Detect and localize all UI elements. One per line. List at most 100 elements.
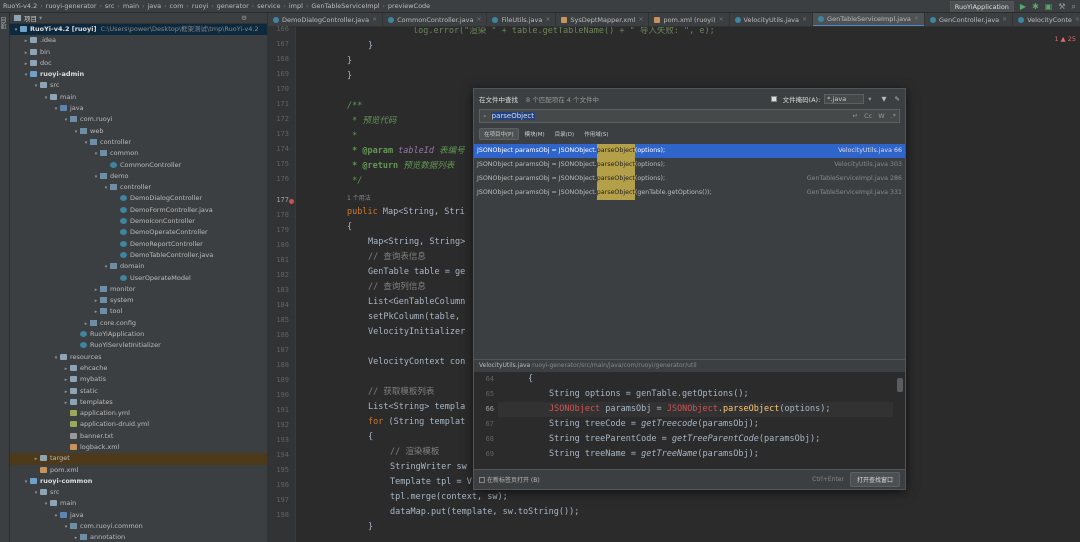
tree-item[interactable]: ▾ main	[10, 498, 267, 509]
tree-item[interactable]: DemoReportController	[10, 239, 267, 250]
breadcrumb-item[interactable]: GenTableServiceImpl	[308, 2, 382, 10]
editor-tab[interactable]: pom.xml (ruoyi) ×	[649, 13, 730, 26]
close-icon[interactable]: ×	[914, 13, 919, 26]
tree-item[interactable]: ▸ annotation	[10, 532, 267, 542]
close-icon[interactable]: ×	[372, 13, 377, 26]
breadcrumb-item[interactable]: generator	[214, 2, 252, 10]
close-icon[interactable]: ×	[545, 13, 550, 26]
debug-icon[interactable]: ✱	[1032, 2, 1039, 12]
tree-item[interactable]: ▸ bin	[10, 47, 267, 58]
breadcrumb-item[interactable]: com	[167, 2, 187, 10]
pin-icon[interactable]: ✎	[895, 95, 900, 103]
tree-item[interactable]: ▸ monitor	[10, 284, 267, 295]
file-mask-input[interactable]: *.java	[824, 94, 865, 104]
close-icon[interactable]: ×	[476, 13, 481, 26]
editor-tab[interactable]: VelocityConte ×	[1013, 13, 1080, 26]
tree-item[interactable]: ▾ controller	[10, 182, 267, 193]
tree-item[interactable]: pom.xml	[10, 465, 267, 476]
coverage-icon[interactable]: ▣	[1045, 2, 1053, 12]
tree-item[interactable]: ▾ src	[10, 80, 267, 91]
tree-item[interactable]: banner.txt	[10, 431, 267, 442]
editor-tab[interactable]: SysDeptMapper.xml ×	[556, 13, 650, 26]
tree-item[interactable]: logback.xml	[10, 442, 267, 453]
tree-item[interactable]: application.yml	[10, 408, 267, 419]
tree-item[interactable]: ▸ .idea	[10, 35, 267, 46]
tree-item[interactable]: DemoFormController.java	[10, 205, 267, 216]
tree-item[interactable]: UserOperateModel	[10, 273, 267, 284]
breadcrumb-item[interactable]: java	[144, 2, 164, 10]
run-config-select[interactable]: RuoYiApplication	[949, 1, 1014, 12]
tree-item[interactable]: DemoOperateController	[10, 227, 267, 238]
scope-tab[interactable]: 在项目中(P)	[479, 128, 519, 140]
editor-tab[interactable]: CommonController.java ×	[383, 13, 488, 26]
tree-item[interactable]: DemoDialogController	[10, 193, 267, 204]
tree-item[interactable]: ▾ ruoyi-admin	[10, 69, 267, 80]
run-icon[interactable]: ▶	[1020, 2, 1026, 12]
breadcrumb-item[interactable]: ruoyi-generator	[43, 2, 100, 10]
tree-item[interactable]: ▾ RuoYi-v4.2 [ruoyi] C:\Users\power\Deskto…	[10, 24, 267, 36]
search-result-row[interactable]: JSONObject paramsObj = JSONObject. parseO…	[474, 186, 905, 200]
preview-scrollbar[interactable]	[897, 378, 903, 392]
scope-tab[interactable]: 作用域(S)	[580, 129, 612, 139]
tree-item[interactable]: ▾ main	[10, 92, 267, 103]
tree-item[interactable]: ▾ domain	[10, 261, 267, 272]
tree-item[interactable]: ▾ com.ruoyi.common	[10, 521, 267, 532]
close-icon[interactable]: ×	[1075, 13, 1080, 26]
search-result-row[interactable]: JSONObject paramsObj = JSONObject. parseO…	[474, 158, 905, 172]
tree-item[interactable]: ▾ java	[10, 510, 267, 521]
search-result-row[interactable]: JSONObject paramsObj = JSONObject. parseO…	[474, 172, 905, 186]
tree-item[interactable]: CommonController	[10, 160, 267, 171]
tree-item[interactable]: ▸ target	[10, 453, 267, 465]
regex-icon[interactable]: .*	[891, 112, 896, 120]
project-header-label[interactable]: 项目	[24, 13, 37, 23]
chevron-down-icon[interactable]: ▾	[868, 95, 871, 103]
tree-item[interactable]: ▾ web	[10, 126, 267, 137]
chevron-right-icon[interactable]: ▸	[72, 533, 80, 542]
tree-item[interactable]: ▾ common	[10, 148, 267, 159]
breadcrumb-item[interactable]: ruoyi	[189, 2, 211, 10]
tree-item[interactable]: DemoIconController	[10, 216, 267, 227]
open-find-window-button[interactable]: 打开查找窗口	[849, 472, 900, 487]
close-icon[interactable]: ×	[1002, 13, 1007, 26]
editor-tab[interactable]: GenTableServiceImpl.java ×	[813, 13, 925, 26]
breadcrumb-item[interactable]: service	[254, 2, 283, 10]
tree-item[interactable]: ▸ ehcache	[10, 363, 267, 374]
new-line-icon[interactable]: ↵	[853, 112, 858, 120]
search-input[interactable]: parseObject	[490, 112, 536, 120]
scope-tab[interactable]: 目录(D)	[551, 129, 579, 139]
tree-item[interactable]: ▾ com.ruoyi	[10, 114, 267, 125]
close-icon[interactable]: ×	[718, 13, 723, 26]
close-icon[interactable]: ×	[802, 13, 807, 26]
search-everywhere-icon[interactable]: ⌕	[1072, 2, 1076, 12]
tree-item[interactable]: DemoTableController.java	[10, 250, 267, 261]
tree-item[interactable]: ▸ tool	[10, 306, 267, 317]
tree-item[interactable]: ▾ src	[10, 487, 267, 498]
override-marker-icon[interactable]	[289, 199, 294, 204]
breadcrumb-item[interactable]: main	[120, 2, 142, 10]
tree-item[interactable]: RuoYiServletInitializer	[10, 340, 267, 351]
build-icon[interactable]: ⚒	[1058, 2, 1065, 12]
editor-tab[interactable]: FileUtils.java ×	[487, 13, 557, 26]
tree-item[interactable]: ▾ resources	[10, 352, 267, 363]
tree-item[interactable]: ▸ mybatis	[10, 374, 267, 385]
tree-item[interactable]: ▸ static	[10, 386, 267, 397]
tree-item[interactable]: ▾ ruoyi-common	[10, 476, 267, 487]
tree-item[interactable]: ▸ templates	[10, 397, 267, 408]
tree-item[interactable]: ▸ core.config	[10, 318, 267, 329]
editor-tab[interactable]: GenController.java ×	[925, 13, 1014, 26]
close-icon[interactable]: ×	[638, 13, 643, 26]
scope-tab[interactable]: 模块(M)	[521, 129, 549, 139]
breadcrumb-item[interactable]: previewCode	[385, 2, 433, 10]
breadcrumb-item[interactable]: src	[102, 2, 118, 10]
breadcrumb-item[interactable]: RuoYi-v4.2	[0, 2, 40, 10]
filter-icon[interactable]: ▼	[882, 95, 887, 103]
file-mask-checkbox[interactable]	[770, 96, 777, 102]
warning-indicator[interactable]: 1 ▲ 25	[1054, 35, 1076, 43]
chevron-down-icon[interactable]: ▾	[39, 14, 42, 22]
usages-hint[interactable]: 1 个用法	[347, 193, 371, 202]
search-field[interactable]: ⌕ parseObject ↵ Cc W .*	[479, 109, 900, 123]
tree-item[interactable]: ▾ controller	[10, 137, 267, 148]
open-in-new-tab-checkbox[interactable]	[479, 476, 485, 483]
match-case-icon[interactable]: Cc	[864, 112, 872, 120]
project-strip-label[interactable]: 项目	[0, 17, 10, 29]
